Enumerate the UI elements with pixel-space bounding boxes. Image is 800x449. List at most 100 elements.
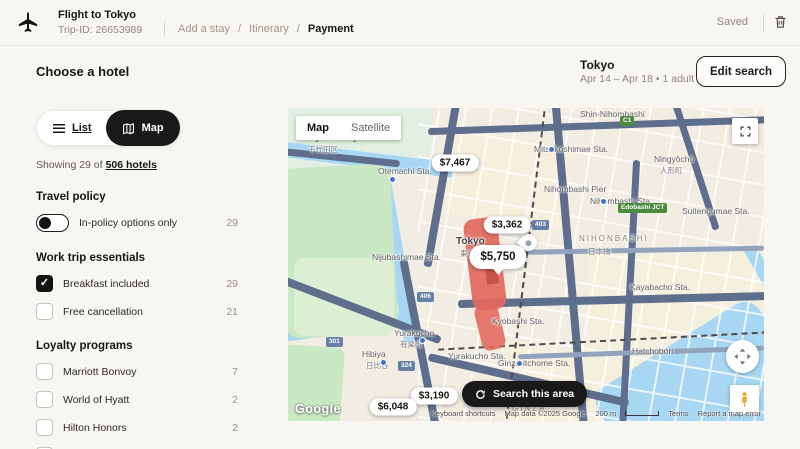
terms-link[interactable]: Terms xyxy=(668,409,688,418)
fullscreen-icon xyxy=(739,125,752,138)
free-cancellation-count: 21 xyxy=(226,306,238,318)
station-icon xyxy=(419,337,426,344)
in-policy-filter-row: In-policy options only 29 xyxy=(36,214,238,232)
map-canvas[interactable]: Map Satellite Search this area Google Ke… xyxy=(288,108,764,421)
list-view-button[interactable]: List xyxy=(37,122,106,134)
station-icon xyxy=(380,359,387,366)
hilton-checkbox[interactable] xyxy=(36,419,53,436)
map-data-text: Map data ©2025 Google xyxy=(505,409,587,418)
price-marker[interactable]: $3,362 xyxy=(484,217,531,234)
refresh-icon xyxy=(475,389,486,400)
trip-id: Trip-ID: 26653989 xyxy=(58,24,142,36)
breakfast-checkbox[interactable] xyxy=(36,275,53,292)
map-label: 日本橋 xyxy=(588,246,611,257)
map-label: Kyobashi Sta. xyxy=(492,316,544,326)
park-shape xyxy=(294,258,394,336)
in-policy-label: In-policy options only xyxy=(79,217,177,229)
scale-bar xyxy=(625,411,659,416)
map-label: 千代田区 xyxy=(308,144,338,155)
map-label: 人形町 xyxy=(660,165,683,176)
map-tab[interactable]: Map xyxy=(296,116,340,140)
breadcrumb: Add a stay / Itinerary / Payment xyxy=(178,23,354,35)
price-marker[interactable]: $6,048 xyxy=(370,399,417,416)
loyalty-heading: Loyalty programs xyxy=(36,340,238,352)
list-icon xyxy=(53,124,65,133)
route-shield: Edobashi JCT xyxy=(618,203,667,213)
airplane-icon xyxy=(16,10,40,39)
search-this-area-label: Search this area xyxy=(493,388,574,400)
map-attribution: Keyboard shortcuts Map data ©2025 Google… xyxy=(431,409,761,418)
map-label: Ginza-itchome Sta. xyxy=(498,358,570,368)
satellite-tab[interactable]: Satellite xyxy=(340,116,401,140)
map-label: Nihombashi Pier xyxy=(544,184,606,194)
view-toggle: List Map xyxy=(36,110,181,146)
breadcrumb-itinerary[interactable]: Itinerary xyxy=(249,23,289,35)
hilton-label: Hilton Honors xyxy=(63,422,127,434)
map-label: NIHONBASHI xyxy=(579,234,649,243)
station-icon xyxy=(516,360,523,367)
map-view-button[interactable]: Map xyxy=(106,110,180,146)
pegman-icon xyxy=(736,391,753,408)
route-shield: 406 xyxy=(417,292,434,302)
map-label: Yurakucho Sta. xyxy=(448,351,506,361)
list-view-label: List xyxy=(72,122,92,134)
marriott-filter-row: Marriott Bonvoy 7 xyxy=(36,363,238,380)
hyatt-filter-row: World of Hyatt 2 xyxy=(36,391,238,408)
map-type-control: Map Satellite xyxy=(296,116,401,140)
free-cancellation-filter-row: Free cancellation 21 xyxy=(36,303,238,320)
map-label: Hibiya xyxy=(362,349,386,359)
map-label: Ningyōchō xyxy=(654,154,694,164)
hyatt-label: World of Hyatt xyxy=(63,394,129,406)
pan-arrows-icon xyxy=(732,346,753,367)
breadcrumb-add-a-stay[interactable]: Add a stay xyxy=(178,23,230,35)
delete-trip-button[interactable] xyxy=(773,13,788,35)
results-summary-text: Showing 29 of xyxy=(36,159,103,171)
price-marker[interactable]: $3,190 xyxy=(411,388,458,405)
map-label: Otemachi Sta. xyxy=(378,166,432,176)
saved-status: Saved xyxy=(717,16,748,28)
destination-dates: Apr 14 – Apr 18 • 1 adult xyxy=(580,73,694,85)
free-cancellation-label: Free cancellation xyxy=(63,306,143,318)
in-policy-toggle[interactable] xyxy=(36,214,69,232)
station-icon xyxy=(548,146,555,153)
trip-title: Flight to Tokyo xyxy=(58,9,136,21)
price-marker[interactable]: $5,750 xyxy=(469,245,526,269)
breakfast-filter-row: Breakfast included 29 xyxy=(36,275,238,292)
topbar-divider xyxy=(164,21,165,36)
destination-name: Tokyo xyxy=(580,58,614,72)
report-map-error-link[interactable]: Report a map error xyxy=(698,409,761,418)
travel-policy-heading: Travel policy xyxy=(36,191,238,203)
route-shield: 324 xyxy=(398,361,415,371)
map-label: Kayabacho Sta. xyxy=(630,282,690,292)
google-logo: Google xyxy=(295,402,341,416)
breakfast-label: Breakfast included xyxy=(63,278,149,290)
marriott-checkbox[interactable] xyxy=(36,363,53,380)
keyboard-shortcuts-link[interactable]: Keyboard shortcuts xyxy=(431,409,496,418)
map-label: Nijubashimae Sta. xyxy=(372,252,441,262)
route-shield: C1 xyxy=(620,116,634,126)
breadcrumb-separator: / xyxy=(297,23,300,35)
toggle-knob xyxy=(39,217,51,229)
price-marker[interactable]: $7,467 xyxy=(432,155,479,172)
map-label: Mitsukoshimae Sta. xyxy=(534,144,608,154)
page-title: Choose a hotel xyxy=(36,64,129,79)
hilton-count: 2 xyxy=(232,422,238,434)
marriott-label: Marriott Bonvoy xyxy=(63,366,137,378)
hyatt-checkbox[interactable] xyxy=(36,391,53,408)
hotels-count-link[interactable]: 506 hotels xyxy=(106,159,157,171)
free-cancellation-checkbox[interactable] xyxy=(36,303,53,320)
fullscreen-button[interactable] xyxy=(732,118,758,144)
filters-sidebar: List Map Showing 29 of506 hotels Travel … xyxy=(36,110,238,449)
map-view-label: Map xyxy=(142,122,164,134)
map-label: Hatchobori xyxy=(632,346,673,356)
breadcrumb-payment[interactable]: Payment xyxy=(308,23,354,35)
breadcrumb-separator: / xyxy=(238,23,241,35)
pan-control[interactable] xyxy=(726,340,759,373)
hilton-filter-row: Hilton Honors 2 xyxy=(36,419,238,436)
scale-text: 200 m xyxy=(595,409,616,418)
edit-search-button[interactable]: Edit search xyxy=(696,56,786,87)
breakfast-count: 29 xyxy=(226,278,238,290)
hyatt-count: 2 xyxy=(232,394,238,406)
search-this-area-button[interactable]: Search this area xyxy=(462,381,587,407)
topbar: Flight to Tokyo Trip-ID: 26653989 Add a … xyxy=(0,0,800,46)
